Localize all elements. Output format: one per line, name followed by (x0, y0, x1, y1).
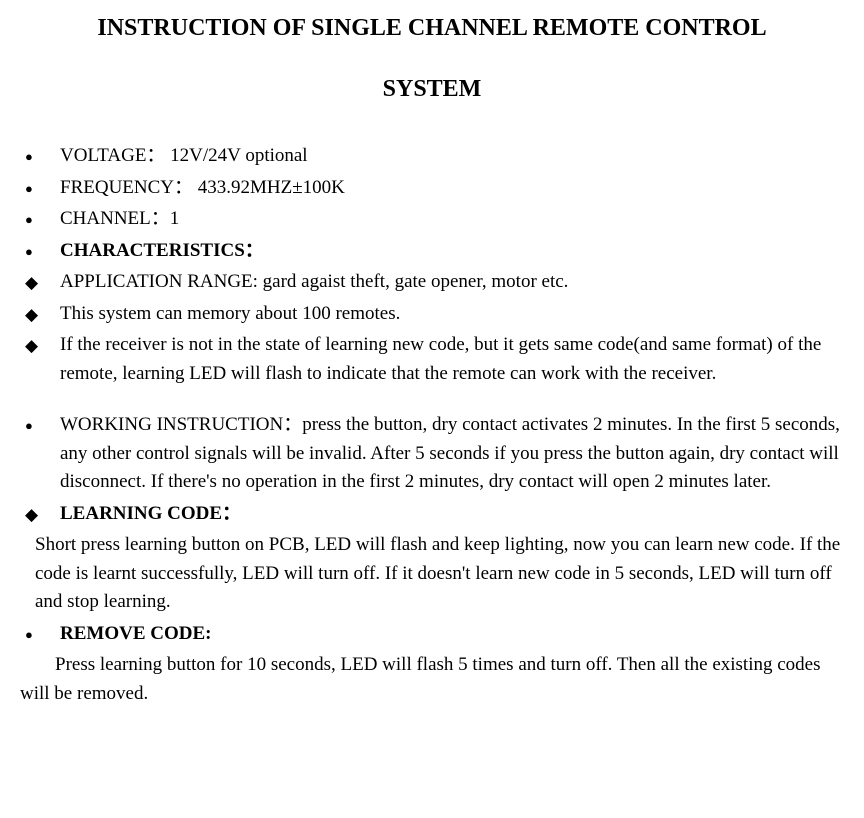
diamond-bullet-icon: ◆ (20, 331, 60, 388)
application-text: APPLICATION RANGE: gard agaist theft, ga… (60, 268, 844, 297)
learning-code-label: LEARNING CODE： (60, 500, 844, 529)
circle-bullet-icon: ● (20, 237, 60, 266)
list-item: ● CHARACTERISTICS： (20, 237, 844, 266)
remove-code-label: REMOVE CODE: (60, 620, 844, 649)
frequency-text: FREQUENCY： 433.92MHZ±100K (60, 174, 844, 203)
characteristics-label: CHARACTERISTICS： (60, 237, 844, 266)
list-item: ◆ LEARNING CODE： (20, 500, 844, 529)
list-item: ● REMOVE CODE: (20, 620, 844, 649)
doc-title: INSTRUCTION OF SINGLE CHANNEL REMOTE CON… (20, 10, 844, 46)
list-item: ● CHANNEL：1 (20, 205, 844, 234)
doc-subtitle: SYSTEM (20, 71, 844, 107)
circle-bullet-icon: ● (20, 174, 60, 203)
memory-text: This system can memory about 100 remotes… (60, 300, 844, 329)
list-item: ● VOLTAGE： 12V/24V optional (20, 142, 844, 171)
circle-bullet-icon: ● (20, 620, 60, 649)
diamond-bullet-icon: ◆ (20, 500, 60, 529)
receiver-text: If the receiver is not in the state of l… (60, 331, 844, 388)
diamond-bullet-icon: ◆ (20, 268, 60, 297)
list-item: ● WORKING INSTRUCTION：press the button, … (20, 411, 844, 497)
working-text: WORKING INSTRUCTION：press the button, dr… (60, 411, 844, 497)
channel-text: CHANNEL：1 (60, 205, 844, 234)
list-item: ◆ This system can memory about 100 remot… (20, 300, 844, 329)
diamond-bullet-icon: ◆ (20, 300, 60, 329)
voltage-text: VOLTAGE： 12V/24V optional (60, 142, 844, 171)
list-item: ◆ APPLICATION RANGE: gard agaist theft, … (20, 268, 844, 297)
circle-bullet-icon: ● (20, 205, 60, 234)
circle-bullet-icon: ● (20, 411, 60, 497)
learning-code-text: Short press learning button on PCB, LED … (35, 531, 844, 617)
list-item: ● FREQUENCY： 433.92MHZ±100K (20, 174, 844, 203)
remove-code-text: Press learning button for 10 seconds, LE… (20, 651, 844, 708)
circle-bullet-icon: ● (20, 142, 60, 171)
list-item: ◆ If the receiver is not in the state of… (20, 331, 844, 388)
